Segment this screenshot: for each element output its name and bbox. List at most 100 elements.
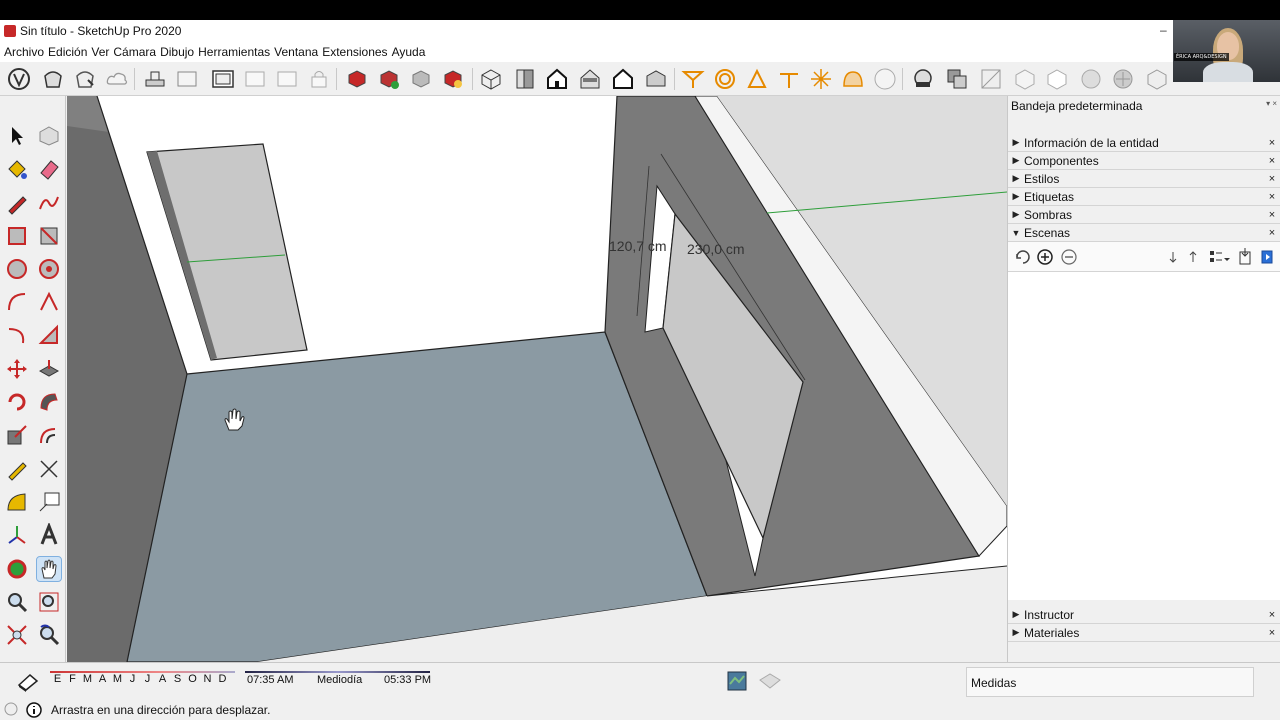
menu-ayuda[interactable]: Ayuda <box>390 45 428 59</box>
tape-measure-icon[interactable] <box>5 457 29 481</box>
arc-icon[interactable] <box>5 290 29 314</box>
sun-tool-icon[interactable] <box>776 66 802 92</box>
textured-icon[interactable] <box>1110 66 1136 92</box>
panel-styles[interactable]: ▶ Estilos × <box>1008 170 1280 188</box>
right-view-icon[interactable] <box>577 66 603 92</box>
3d-text-icon[interactable] <box>37 521 61 547</box>
close-icon[interactable]: × <box>1264 209 1280 221</box>
menu-extensiones[interactable]: Extensiones <box>320 45 389 59</box>
time-slider-track[interactable] <box>245 671 430 673</box>
view-options-icon[interactable] <box>1210 251 1230 262</box>
layout-send-icon[interactable] <box>142 66 168 92</box>
pan-hand-icon[interactable] <box>36 556 62 582</box>
axes-icon[interactable] <box>808 66 834 92</box>
shaded-icon[interactable] <box>1078 66 1104 92</box>
move-scene-up-icon[interactable] <box>1189 251 1197 262</box>
warehouse-icon[interactable] <box>40 66 66 92</box>
pie-icon[interactable] <box>37 323 61 347</box>
eraser-icon[interactable] <box>37 157 61 181</box>
back-view-icon[interactable] <box>610 66 636 92</box>
geo-location-icon[interactable] <box>726 670 748 692</box>
expand-scene-panel-icon[interactable] <box>1261 250 1273 264</box>
move-scene-down-icon[interactable] <box>1169 252 1177 263</box>
modeling-viewport[interactable]: 120,7 cm 230,0 cm <box>67 96 1007 662</box>
menu-archivo[interactable]: Archivo <box>2 45 46 59</box>
menu-dibujo[interactable]: Dibujo <box>158 45 196 59</box>
make-component-icon[interactable] <box>37 124 61 148</box>
menu-herramientas[interactable]: Herramientas <box>196 45 272 59</box>
orbit-icon[interactable] <box>5 557 29 581</box>
dome-icon[interactable] <box>840 66 866 92</box>
two-point-arc-icon[interactable] <box>37 290 61 314</box>
offset-icon[interactable] <box>37 423 61 447</box>
text-label-icon[interactable] <box>37 490 61 514</box>
share-model-icon[interactable] <box>72 66 98 92</box>
panel-entity-info[interactable]: ▶ Información de la entidad × <box>1008 134 1280 152</box>
zoom-icon[interactable] <box>5 590 29 614</box>
polygon-icon[interactable] <box>37 257 61 281</box>
outer-shell-icon[interactable] <box>910 66 936 92</box>
cube-outline-icon[interactable] <box>872 66 898 92</box>
select-arrow-icon[interactable] <box>5 124 29 148</box>
close-icon[interactable]: × <box>1264 227 1280 239</box>
menu-ver[interactable]: Ver <box>89 45 111 59</box>
freehand-icon[interactable] <box>37 191 61 215</box>
push-pull-icon[interactable] <box>37 357 61 381</box>
follow-me-icon[interactable] <box>37 390 61 414</box>
shadows-toggle-icon[interactable] <box>16 669 40 693</box>
scene-details-icon[interactable] <box>1239 248 1251 265</box>
solid-tools-icon[interactable] <box>944 66 970 92</box>
rotate-icon[interactable] <box>5 390 29 414</box>
menu-camara[interactable]: Cámara <box>111 45 158 59</box>
info-icon[interactable] <box>26 702 42 718</box>
close-icon[interactable]: × <box>1264 609 1280 621</box>
front-view-icon[interactable] <box>544 66 570 92</box>
panel-shadows[interactable]: ▶ Sombras × <box>1008 206 1280 224</box>
ruby-red-icon[interactable] <box>344 66 370 92</box>
refresh-scene-icon[interactable] <box>1016 250 1030 264</box>
zoom-window-icon[interactable] <box>37 590 61 614</box>
close-icon[interactable]: × <box>1264 627 1280 639</box>
three-point-arc-icon[interactable] <box>5 323 29 347</box>
close-icon[interactable]: × <box>1264 155 1280 167</box>
protractor-tool-icon[interactable] <box>5 490 29 514</box>
paint-bucket-icon[interactable] <box>5 157 29 181</box>
section-plane-icon[interactable] <box>680 66 706 92</box>
xray-icon[interactable] <box>978 66 1004 92</box>
zoom-extents-icon[interactable] <box>5 623 29 647</box>
line-pencil-icon[interactable] <box>5 191 29 215</box>
ruby-gray-icon[interactable] <box>408 66 434 92</box>
top-view-icon[interactable] <box>512 66 538 92</box>
help-circle-icon[interactable] <box>4 702 18 716</box>
credits-icon[interactable] <box>758 670 782 692</box>
remove-scene-icon[interactable] <box>1061 249 1077 265</box>
menu-ventana[interactable]: Ventana <box>272 45 320 59</box>
getting-started-icon[interactable] <box>6 66 32 92</box>
circle-icon[interactable] <box>5 257 29 281</box>
rotated-rectangle-icon[interactable] <box>37 224 61 248</box>
menu-edicion[interactable]: Edición <box>46 45 89 59</box>
panel-scenes[interactable]: ▼ Escenas × <box>1008 224 1280 242</box>
tray-controls[interactable]: ▾ × <box>1266 99 1277 108</box>
model-info-2-icon[interactable] <box>274 66 300 92</box>
close-icon[interactable]: × <box>1264 191 1280 203</box>
target-icon[interactable] <box>712 66 738 92</box>
cloud-icon[interactable] <box>104 66 130 92</box>
panel-materials[interactable]: ▶ Materiales × <box>1008 624 1280 642</box>
layout-icon[interactable] <box>174 66 200 92</box>
window-frame-icon[interactable] <box>210 66 236 92</box>
hidden-line-icon[interactable] <box>1044 66 1070 92</box>
lock-icon[interactable] <box>306 66 332 92</box>
panel-components[interactable]: ▶ Componentes × <box>1008 152 1280 170</box>
scale-icon[interactable] <box>5 423 29 447</box>
minimize-button[interactable]: – <box>1160 23 1172 37</box>
axes-tool-icon[interactable] <box>5 523 29 547</box>
protractor-icon[interactable] <box>744 66 770 92</box>
add-scene-icon[interactable] <box>1037 249 1053 265</box>
dimension-icon[interactable] <box>37 457 61 481</box>
extension-manager-icon[interactable] <box>440 66 466 92</box>
panel-instructor[interactable]: ▶ Instructor × <box>1008 606 1280 624</box>
iso-view-icon[interactable] <box>478 66 504 92</box>
left-view-icon[interactable] <box>643 66 669 92</box>
ruby-green-icon[interactable] <box>376 66 402 92</box>
